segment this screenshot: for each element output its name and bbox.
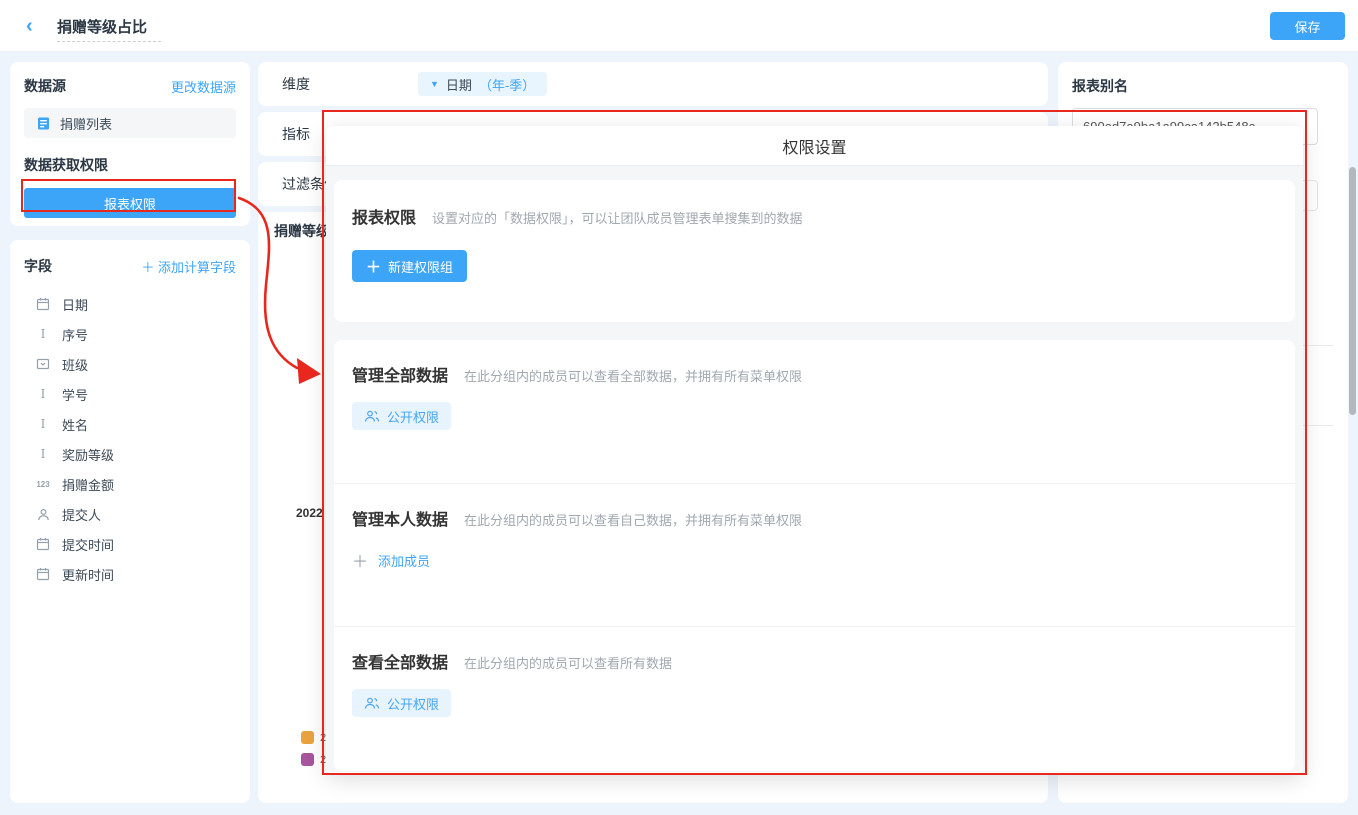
dimension-tag-field: 日期: [446, 75, 472, 94]
field-item-student-id[interactable]: I 学号: [24, 379, 236, 409]
acquire-permission-heading: 数据获取权限: [24, 155, 236, 175]
field-item-serial[interactable]: I 序号: [24, 319, 236, 349]
person-icon: [34, 508, 52, 521]
report-permission-button[interactable]: 报表权限: [24, 188, 236, 218]
back-icon[interactable]: ‹: [26, 14, 33, 38]
plus-icon: ＋: [366, 256, 381, 277]
dimension-tag-detail: （年-季）: [479, 75, 535, 94]
text-icon: I: [34, 387, 52, 401]
public-permission-tag[interactable]: 公开权限: [352, 402, 451, 430]
text-icon: I: [34, 447, 52, 461]
field-list: 日期 I 序号 班级 I 学号 I 姓名 I 奖励等级 123 捐赠金额 提交人: [24, 289, 236, 589]
chart-axis-label: 2022: [296, 506, 323, 520]
field-item-submitter[interactable]: 提交人: [24, 499, 236, 529]
fields-panel: 字段 ＋ 添加计算字段 日期 I 序号 班级 I 学号 I 姓名 I 奖励等级 …: [10, 240, 250, 803]
group-desc: 在此分组内的成员可以查看所有数据: [464, 653, 672, 672]
field-item-donation-amount[interactable]: 123 捐赠金额: [24, 469, 236, 499]
field-label: 学号: [62, 385, 88, 404]
metric-label: 指标: [282, 124, 310, 144]
public-permission-label: 公开权限: [387, 694, 439, 713]
modal-header: 权限设置: [326, 126, 1303, 166]
datasource-item[interactable]: 捐赠列表: [24, 108, 236, 138]
plus-icon: ＋: [352, 548, 368, 572]
dimension-label: 维度: [282, 74, 310, 94]
calendar-icon: [34, 297, 52, 311]
field-label: 更新时间: [62, 565, 114, 584]
field-label: 奖励等级: [62, 445, 114, 464]
dimension-tag[interactable]: ▼ 日期 （年-季）: [418, 72, 547, 96]
modal-title: 权限设置: [782, 134, 846, 158]
field-item-reward-level[interactable]: I 奖励等级: [24, 439, 236, 469]
people-icon: [364, 410, 380, 423]
chevron-down-icon[interactable]: ▼: [430, 79, 439, 89]
field-item-date[interactable]: 日期: [24, 289, 236, 319]
public-permission-label: 公开权限: [387, 407, 439, 426]
permission-settings-modal: 权限设置 报表权限 设置对应的「数据权限」，可以让团队成员管理表单搜集到的数据 …: [326, 126, 1303, 773]
field-label: 班级: [62, 355, 88, 374]
change-datasource-link[interactable]: 更改数据源: [171, 77, 236, 96]
datasource-item-label: 捐赠列表: [60, 114, 112, 133]
group-title: 管理本人数据: [352, 506, 448, 530]
group-manage-own-data: 管理本人数据 在此分组内的成员可以查看自己数据，并拥有所有菜单权限 ＋ 添加成员: [334, 483, 1295, 626]
title-underline: [57, 41, 161, 42]
legend-swatch-purple: [301, 753, 314, 766]
number-icon: 123: [34, 480, 52, 489]
add-calculated-field-link[interactable]: ＋ 添加计算字段: [141, 257, 236, 276]
field-label: 序号: [62, 325, 88, 344]
field-label: 捐赠金额: [62, 475, 114, 494]
calendar-icon: [34, 537, 52, 551]
new-permission-group-label: 新建权限组: [388, 257, 453, 276]
field-item-name[interactable]: I 姓名: [24, 409, 236, 439]
field-label: 姓名: [62, 415, 88, 434]
add-member-link[interactable]: ＋ 添加成员: [352, 548, 430, 572]
permission-groups-card: 管理全部数据 在此分组内的成员可以查看全部数据，并拥有所有菜单权限 公开权限 管…: [334, 340, 1295, 771]
report-permission-desc: 设置对应的「数据权限」，可以让团队成员管理表单搜集到的数据: [432, 208, 803, 227]
group-title: 管理全部数据: [352, 362, 448, 386]
datasource-panel: 数据源 更改数据源 捐赠列表 数据获取权限 报表权限: [10, 62, 250, 226]
legend-swatch-orange: [301, 731, 314, 744]
dimension-card: 维度 ▼ 日期 （年-季）: [258, 62, 1048, 106]
field-label: 提交时间: [62, 535, 114, 554]
report-permission-title: 报表权限: [352, 204, 416, 228]
datasource-heading: 数据源: [24, 76, 66, 96]
report-permission-section: 报表权限 设置对应的「数据权限」，可以让团队成员管理表单搜集到的数据 ＋ 新建权…: [334, 180, 1295, 322]
save-button[interactable]: 保存: [1270, 12, 1345, 40]
scrollbar-thumb[interactable]: [1349, 167, 1356, 415]
select-icon: [34, 357, 52, 371]
public-permission-tag[interactable]: 公开权限: [352, 689, 451, 717]
field-item-update-time[interactable]: 更新时间: [24, 559, 236, 589]
add-member-label: 添加成员: [378, 551, 430, 570]
group-manage-all-data: 管理全部数据 在此分组内的成员可以查看全部数据，并拥有所有菜单权限 公开权限: [334, 340, 1295, 483]
topbar: ‹ 捐赠等级占比 保存: [0, 0, 1358, 52]
people-icon: [364, 697, 380, 710]
new-permission-group-button[interactable]: ＋ 新建权限组: [352, 250, 467, 282]
fields-heading: 字段: [24, 256, 52, 276]
group-desc: 在此分组内的成员可以查看自己数据，并拥有所有菜单权限: [464, 510, 802, 529]
page-title: 捐赠等级占比: [57, 16, 147, 37]
group-title: 查看全部数据: [352, 649, 448, 673]
field-item-class[interactable]: 班级: [24, 349, 236, 379]
chart-title: 捐赠等级: [274, 221, 330, 241]
calendar-icon: [34, 567, 52, 581]
group-desc: 在此分组内的成员可以查看全部数据，并拥有所有菜单权限: [464, 366, 802, 385]
report-alias-heading: 报表别名: [1072, 76, 1334, 96]
text-icon: I: [34, 417, 52, 431]
group-view-all-data: 查看全部数据 在此分组内的成员可以查看所有数据 公开权限: [334, 626, 1295, 769]
modal-body: 报表权限 设置对应的「数据权限」，可以让团队成员管理表单搜集到的数据 ＋ 新建权…: [326, 166, 1303, 772]
field-label: 日期: [62, 295, 88, 314]
field-item-submit-time[interactable]: 提交时间: [24, 529, 236, 559]
text-icon: I: [34, 327, 52, 341]
document-icon: [34, 116, 52, 131]
field-label: 提交人: [62, 505, 101, 524]
